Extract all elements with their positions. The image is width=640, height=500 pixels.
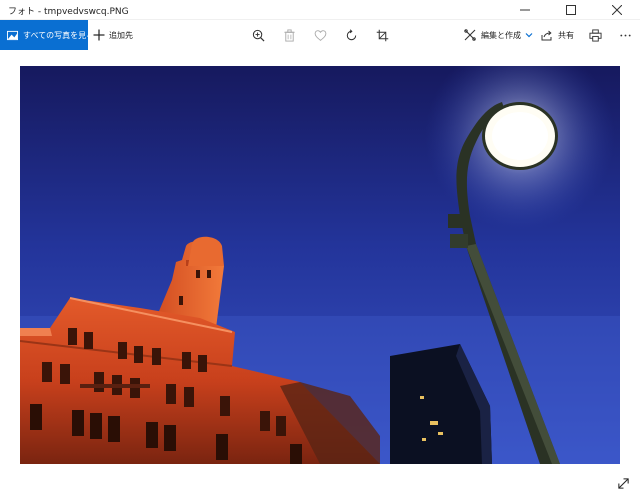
print-button[interactable] [587, 27, 603, 43]
close-icon [612, 5, 622, 15]
crop-button[interactable] [374, 27, 390, 43]
add-to-button[interactable]: 追加先 [93, 20, 133, 50]
edit-create-button[interactable]: 編集と作成 [464, 20, 533, 50]
plus-icon [93, 29, 105, 41]
maximize-button[interactable] [548, 0, 594, 20]
all-photos-button[interactable]: すべての写真を見る [0, 20, 94, 50]
edit-icon [464, 29, 476, 41]
share-button[interactable]: 共有 [541, 20, 574, 50]
chevron-down-icon [525, 33, 533, 38]
rotate-icon [346, 28, 356, 40]
heart-icon [314, 29, 326, 41]
minimize-icon [520, 9, 530, 11]
close-button[interactable] [594, 0, 640, 20]
displayed-photo[interactable] [20, 66, 620, 464]
command-bar: すべての写真を見る 追加先 編集と作成 共有 [0, 20, 640, 50]
zoom-in-icon [252, 29, 264, 41]
share-label: 共有 [558, 30, 574, 40]
favorite-button[interactable] [312, 27, 328, 43]
more-icon [619, 34, 631, 36]
edit-create-label: 編集と作成 [481, 30, 521, 40]
rotate-button[interactable] [343, 27, 359, 43]
add-to-label: 追加先 [109, 30, 133, 40]
expand-icon [617, 477, 629, 489]
crop-icon [376, 29, 388, 41]
maximize-icon [566, 5, 576, 15]
window-title: フォト - tmpvedvswcq.PNG [8, 7, 129, 17]
printer-icon [588, 28, 602, 42]
zoom-button[interactable] [250, 27, 266, 43]
photos-icon [7, 30, 18, 40]
trash-icon [283, 28, 295, 42]
fullscreen-button[interactable] [614, 474, 632, 492]
share-icon [541, 30, 552, 41]
photo-image [20, 66, 620, 464]
minimize-button[interactable] [502, 0, 548, 20]
all-photos-label: すべての写真を見る [23, 30, 95, 40]
photo-viewer [0, 50, 640, 500]
title-bar: フォト - tmpvedvswcq.PNG [0, 0, 640, 20]
more-button[interactable] [617, 27, 633, 43]
delete-button[interactable] [281, 27, 297, 43]
